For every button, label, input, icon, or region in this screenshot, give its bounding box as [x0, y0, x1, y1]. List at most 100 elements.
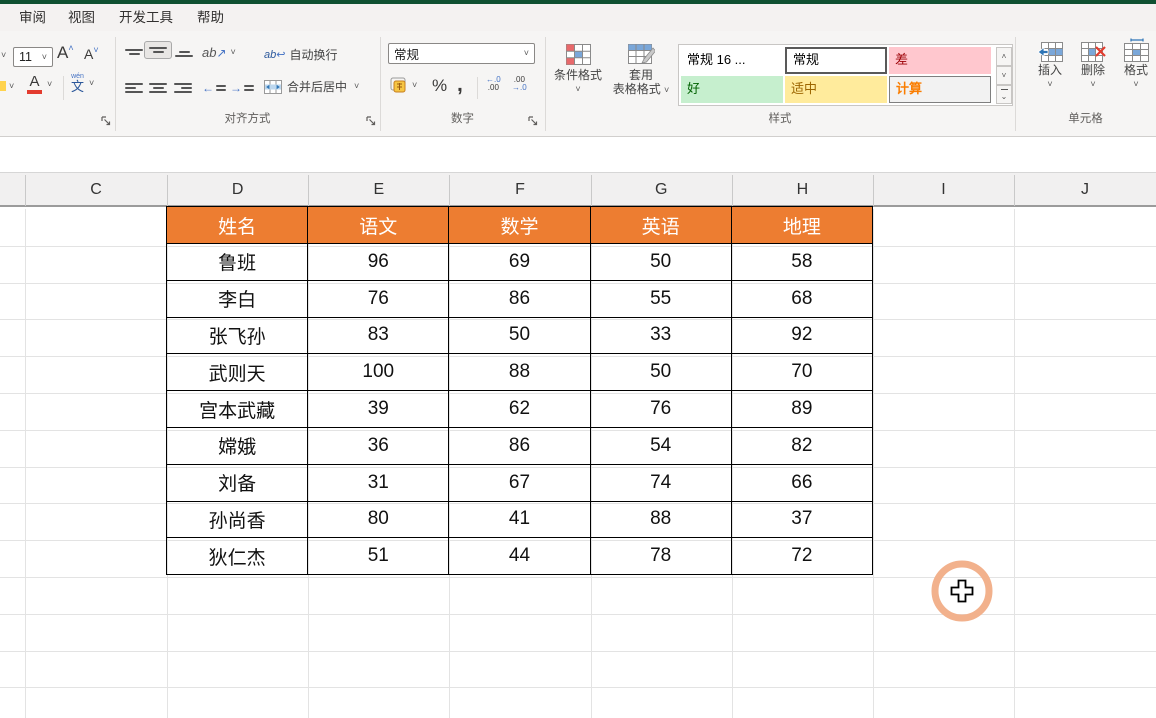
column-header-C[interactable]: C — [25, 173, 167, 206]
table-header-cell[interactable]: 语文 — [308, 207, 449, 244]
table-cell[interactable]: 鲁班 — [167, 244, 308, 281]
number-dialog-launcher[interactable] — [528, 116, 540, 128]
table-cell[interactable]: 33 — [590, 317, 731, 354]
table-cell[interactable]: 100 — [308, 354, 449, 391]
menu-tab-1[interactable]: 视图 — [57, 4, 106, 31]
column-header-J[interactable]: J — [1014, 173, 1156, 206]
cell-style-item[interactable]: 适中 — [785, 76, 887, 103]
fill-color-button-fragment[interactable]: ˅ — [0, 81, 14, 91]
table-cell[interactable]: 嫦娥 — [167, 427, 308, 464]
table-cell[interactable]: 37 — [731, 501, 872, 538]
column-header-G[interactable]: G — [591, 173, 732, 206]
table-cell[interactable]: 50 — [449, 317, 590, 354]
column-header-E[interactable]: E — [308, 173, 449, 206]
table-cell[interactable]: 74 — [590, 464, 731, 501]
cell-style-item[interactable]: 好 — [681, 76, 783, 103]
format-cells-button[interactable]: 格式 ˅ — [1116, 38, 1156, 89]
table-cell[interactable]: 55 — [590, 280, 731, 317]
table-cell[interactable]: 92 — [731, 317, 872, 354]
menu-tab-3[interactable]: 帮助 — [186, 4, 235, 31]
gallery-scroll-down-icon[interactable]: ˅ — [996, 66, 1012, 85]
table-cell[interactable]: 41 — [449, 501, 590, 538]
decrease-decimal-button[interactable]: .00→.0 — [512, 76, 527, 92]
table-cell[interactable]: 36 — [308, 427, 449, 464]
cell-style-item[interactable]: 计算 — [889, 76, 991, 103]
table-cell[interactable]: 刘备 — [167, 464, 308, 501]
merge-center-button[interactable]: 合并后居中 ˅ — [264, 78, 359, 95]
table-cell[interactable]: 69 — [449, 244, 590, 281]
table-header-cell[interactable]: 数学 — [449, 207, 590, 244]
insert-cells-button[interactable]: 插入 ˅ — [1030, 41, 1070, 89]
menu-tab-2[interactable]: 开发工具 — [106, 4, 186, 31]
font-color-button[interactable]: A ˅ — [27, 75, 52, 94]
table-cell[interactable]: 88 — [590, 501, 731, 538]
font-dialog-launcher[interactable] — [101, 116, 113, 128]
table-cell[interactable]: 78 — [590, 538, 731, 575]
grow-font-button[interactable]: A˄ — [57, 43, 74, 63]
table-cell[interactable]: 50 — [590, 354, 731, 391]
table-cell[interactable]: 44 — [449, 538, 590, 575]
table-cell[interactable]: 50 — [590, 244, 731, 281]
table-cell[interactable]: 88 — [449, 354, 590, 391]
increase-decimal-button[interactable]: ←.0.00 — [486, 76, 501, 92]
column-header-F[interactable]: F — [449, 173, 590, 206]
decrease-indent-icon[interactable]: ← — [202, 81, 226, 95]
align-right-icon[interactable] — [174, 81, 192, 95]
table-cell[interactable]: 82 — [731, 427, 872, 464]
wrap-text-button[interactable]: ab↩ 自动换行 — [264, 46, 337, 63]
table-cell[interactable]: 67 — [449, 464, 590, 501]
table-cell[interactable]: 72 — [731, 538, 872, 575]
table-cell[interactable]: 李白 — [167, 280, 308, 317]
gallery-more-icon[interactable]: ⌄ — [996, 85, 1012, 104]
gallery-scroll-up-icon[interactable]: ˄ — [996, 47, 1012, 66]
table-cell[interactable]: 70 — [731, 354, 872, 391]
table-header-cell[interactable]: 地理 — [731, 207, 872, 244]
cell-style-item[interactable]: 差 — [889, 47, 991, 74]
conditional-formatting-button[interactable]: 条件格式 ˅ — [552, 41, 604, 94]
cell-style-item[interactable]: 常规 16 ... — [681, 47, 783, 74]
table-cell[interactable]: 83 — [308, 317, 449, 354]
column-header-D[interactable]: D — [167, 173, 308, 206]
accounting-format-button[interactable]: ˅ — [390, 77, 417, 94]
table-header-cell[interactable]: 英语 — [590, 207, 731, 244]
table-cell[interactable]: 89 — [731, 391, 872, 428]
table-cell[interactable]: 54 — [590, 427, 731, 464]
format-as-table-button[interactable]: 套用 表格格式 ˅ — [612, 41, 670, 96]
table-cell[interactable]: 孙尚香 — [167, 501, 308, 538]
table-cell[interactable]: 39 — [308, 391, 449, 428]
table-cell[interactable]: 狄仁杰 — [167, 538, 308, 575]
column-header-H[interactable]: H — [732, 173, 873, 206]
phonetic-guide-button[interactable]: wén 文 ˅ — [71, 73, 94, 93]
font-size-input[interactable]: 11 ˅ — [13, 47, 53, 67]
increase-indent-icon[interactable]: → — [230, 81, 254, 95]
number-format-select[interactable]: 常规 ˅ — [388, 43, 535, 64]
table-cell[interactable]: 96 — [308, 244, 449, 281]
table-cell[interactable]: 86 — [449, 427, 590, 464]
table-cell[interactable]: 76 — [590, 391, 731, 428]
cell-style-item[interactable]: 常规 — [785, 47, 887, 74]
percent-style-button[interactable]: % — [432, 76, 447, 96]
table-cell[interactable]: 68 — [731, 280, 872, 317]
align-top-icon[interactable] — [125, 47, 143, 57]
table-cell[interactable]: 76 — [308, 280, 449, 317]
table-cell[interactable]: 武则天 — [167, 354, 308, 391]
align-left-icon[interactable] — [125, 81, 143, 95]
table-cell[interactable]: 62 — [449, 391, 590, 428]
orientation-button[interactable]: ab ↗ ˅ — [202, 45, 236, 60]
align-middle-icon[interactable] — [144, 41, 172, 59]
table-cell[interactable]: 宫本武藏 — [167, 391, 308, 428]
table-cell[interactable]: 66 — [731, 464, 872, 501]
delete-cells-button[interactable]: 删除 ˅ — [1073, 41, 1113, 89]
table-cell[interactable]: 80 — [308, 501, 449, 538]
align-bottom-icon[interactable] — [175, 49, 193, 59]
table-cell[interactable]: 86 — [449, 280, 590, 317]
comma-style-button[interactable]: , — [457, 73, 463, 97]
column-header-I[interactable]: I — [873, 173, 1014, 206]
table-cell[interactable]: 51 — [308, 538, 449, 575]
shrink-font-button[interactable]: A˅ — [84, 46, 99, 62]
alignment-dialog-launcher[interactable] — [366, 116, 378, 128]
align-center-icon[interactable] — [149, 81, 167, 95]
table-cell[interactable]: 31 — [308, 464, 449, 501]
table-header-cell[interactable]: 姓名 — [167, 207, 308, 244]
menu-tab-0[interactable]: 审阅 — [8, 4, 57, 31]
